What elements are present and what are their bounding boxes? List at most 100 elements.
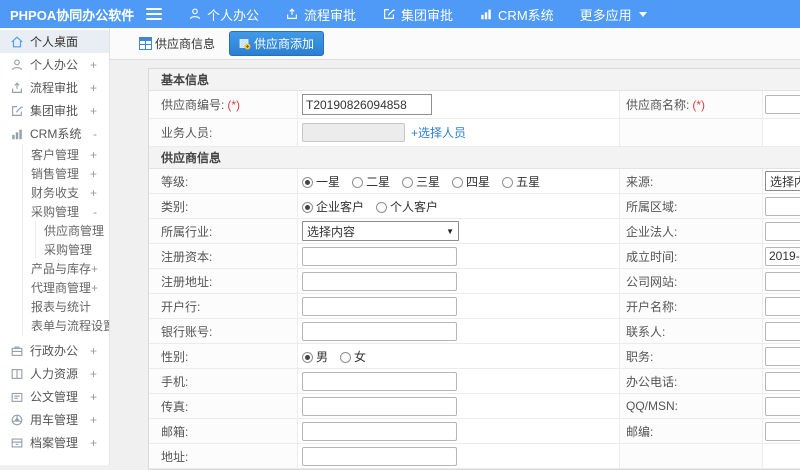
bank-input[interactable] — [302, 296, 457, 316]
menu-toggle-icon[interactable] — [146, 8, 162, 20]
row-gender: 性别: 男 女 职务: — [149, 344, 800, 369]
sidebar-item-agent-mgmt[interactable]: 代理商管理 + — [23, 278, 109, 297]
expander[interactable]: + — [91, 281, 98, 295]
source-select[interactable]: 选择内容▼ — [765, 171, 800, 191]
region-input[interactable] — [765, 196, 800, 216]
email-input[interactable] — [302, 421, 457, 441]
expander[interactable]: + — [91, 262, 98, 276]
topnav-group-approval[interactable]: 集团审批 — [382, 5, 453, 24]
upload-icon — [287, 8, 297, 19]
sidebar-item-products-inventory[interactable]: 产品与库存 + — [23, 259, 109, 278]
postcode-input[interactable] — [765, 421, 800, 441]
region-label: 所属区域: — [626, 199, 678, 214]
expander[interactable]: + — [90, 344, 97, 358]
gender-radio-male[interactable] — [302, 351, 313, 363]
sidebar-item-finance[interactable]: 财务收支 + — [23, 183, 109, 202]
website-label: 公司网站: — [626, 274, 678, 289]
mobile-input[interactable] — [302, 371, 457, 391]
level-label: 等级: — [161, 174, 189, 189]
sidebar-item-vehicle-mgmt[interactable]: 用车管理 + — [0, 408, 109, 431]
topnav-workflow-approval[interactable]: 流程审批 — [285, 5, 356, 24]
expander[interactable]: + — [90, 148, 97, 162]
sidebar-item-purchasing[interactable]: 采购管理 — [36, 240, 109, 259]
job-title-input[interactable] — [765, 346, 800, 366]
sidebar-item-workflow-approval[interactable]: 流程审批 + — [0, 76, 109, 99]
purchase-submenu: 供应商管理 采购管理 — [35, 221, 109, 259]
expander[interactable]: + — [90, 81, 97, 95]
expander[interactable]: + — [90, 436, 97, 450]
tab-supplier-add[interactable]: 供应商添加 — [229, 31, 325, 56]
section-header-basic-info: 基本信息 — [149, 69, 800, 91]
sidebar-item-customer-mgmt[interactable]: 客户管理 + — [23, 145, 109, 164]
caret-down-icon — [638, 11, 647, 17]
row-bank: 开户行: 开户名称: — [149, 294, 800, 319]
sidebar-item-document-mgmt[interactable]: 公文管理 + — [0, 385, 109, 408]
registered-capital-input[interactable] — [302, 246, 457, 266]
sidebar-item-reports-stats[interactable]: 报表与统计 — [23, 297, 109, 316]
expander[interactable]: + — [90, 186, 97, 200]
row-supplier-code: 供应商编号: (*) 供应商名称: (*) — [149, 91, 800, 119]
supplier-name-input[interactable] — [765, 95, 800, 114]
level-radio-3star[interactable] — [402, 176, 414, 188]
main-content: 供应商信息 供应商添加 基本信息 供应商编号: (*) 供应商名称: (*) — [110, 28, 800, 470]
contact-input[interactable] — [765, 321, 800, 341]
sidebar-item-archive-mgmt[interactable]: 档案管理 + — [0, 431, 109, 454]
app-logo[interactable]: PHPOA协同办公软件 — [0, 5, 138, 24]
supplier-code-input[interactable] — [302, 94, 432, 115]
sidebar-item-supplier-mgmt[interactable]: 供应商管理 — [36, 221, 109, 240]
home-icon — [11, 35, 23, 47]
level-radio-2star[interactable] — [352, 176, 364, 188]
level-radio-5star[interactable] — [502, 176, 514, 188]
user-icon — [12, 59, 22, 70]
tab-supplier-info[interactable]: 供应商信息 — [133, 31, 221, 56]
founded-date-input[interactable] — [765, 246, 800, 266]
topnav-crm-system[interactable]: CRM系统 — [479, 5, 554, 24]
sidebar-item-purchase-mgmt[interactable]: 采购管理 - — [23, 202, 109, 221]
sidebar-item-form-flow-settings[interactable]: 表单与流程设置 + — [23, 316, 109, 335]
document-icon — [11, 392, 23, 402]
bank-account-input[interactable] — [302, 321, 457, 341]
qq-msn-input[interactable] — [765, 396, 800, 416]
office-phone-input[interactable] — [765, 371, 800, 391]
expander[interactable]: - — [93, 127, 97, 141]
account-name-label: 开户名称: — [626, 299, 678, 314]
sidebar-item-hr[interactable]: 人力资源 + — [0, 362, 109, 385]
business-person-input[interactable] — [302, 123, 405, 142]
topnav-personal-office[interactable]: 个人办公 — [188, 5, 259, 24]
sidebar-item-personal-office[interactable]: 个人办公 + — [0, 53, 109, 76]
registered-address-label: 注册地址: — [161, 274, 213, 289]
expander[interactable]: + — [90, 367, 97, 381]
legal-person-input[interactable] — [765, 221, 800, 241]
topnav-more-apps[interactable]: 更多应用 — [580, 5, 647, 24]
expander[interactable]: + — [90, 167, 97, 181]
expander[interactable]: + — [90, 104, 97, 118]
industry-select[interactable]: 选择内容 ▼ — [302, 221, 459, 241]
required-mark: (*) — [227, 97, 241, 112]
level-radio-4star[interactable] — [452, 176, 464, 188]
add-supplier-icon — [239, 38, 251, 49]
fax-input[interactable] — [302, 396, 457, 416]
table-icon — [139, 37, 152, 50]
row-industry: 所属行业: 选择内容 ▼ 企业法人: — [149, 219, 800, 244]
registered-address-input[interactable] — [302, 271, 457, 291]
expander[interactable]: - — [93, 205, 97, 219]
gender-radio-female[interactable] — [340, 351, 352, 363]
address-input[interactable] — [302, 446, 457, 466]
account-name-input[interactable] — [765, 296, 800, 316]
category-radio-personal[interactable] — [376, 201, 388, 213]
website-input[interactable] — [765, 271, 800, 291]
sidebar-item-personal-desktop[interactable]: 个人桌面 — [0, 30, 109, 53]
category-radio-enterprise[interactable] — [302, 201, 313, 213]
sidebar-item-admin-office[interactable]: 行政办公 + — [0, 339, 109, 362]
chart-icon — [12, 129, 22, 139]
sidebar-item-group-approval[interactable]: 集团审批 + — [0, 99, 109, 122]
choose-person-link[interactable]: +选择人员 — [411, 124, 466, 141]
row-level: 等级: 一星 二星 三星 四星 五星 来源: 选择内容▼ — [149, 169, 800, 194]
chart-icon — [481, 9, 491, 20]
sidebar-item-crm-system[interactable]: CRM系统 - — [0, 122, 109, 145]
expander[interactable]: + — [90, 58, 97, 72]
level-radio-1star[interactable] — [302, 176, 313, 188]
expander[interactable]: + — [90, 413, 97, 427]
expander[interactable]: + — [90, 390, 97, 404]
sidebar-item-sales-mgmt[interactable]: 销售管理 + — [23, 164, 109, 183]
